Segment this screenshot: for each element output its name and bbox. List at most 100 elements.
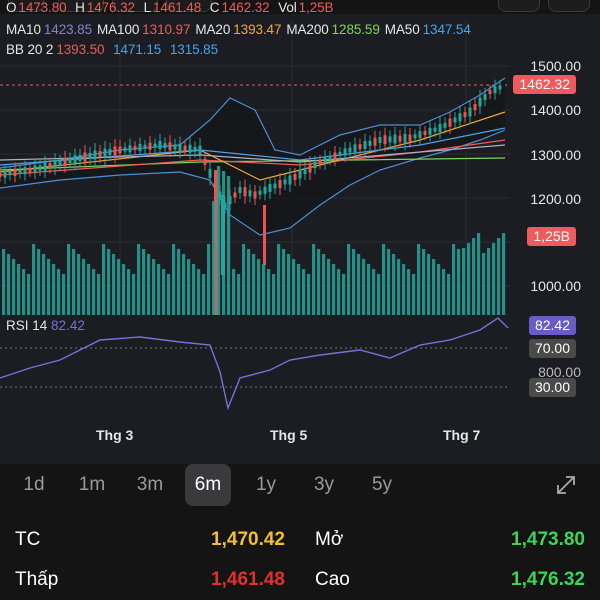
stat-label-tc: TC <box>15 529 41 550</box>
low-label: L <box>143 0 152 15</box>
range-6m[interactable]: 6m <box>185 464 231 506</box>
volume-bar <box>147 254 151 315</box>
price-axis-label: 1200.00 <box>530 191 581 207</box>
candle-body <box>288 175 292 185</box>
candle-body <box>148 142 152 150</box>
volume-bar <box>342 274 346 315</box>
last-price-tag: 1462.32 <box>513 75 576 94</box>
candle-body <box>358 144 362 150</box>
candle-body <box>398 135 402 142</box>
volume-bar <box>372 269 376 315</box>
volume-bar <box>57 269 61 315</box>
candle-body <box>298 169 302 179</box>
stat-label-open: Mở <box>315 529 344 550</box>
range-1d[interactable]: 1d <box>11 464 57 506</box>
x-axis-label: Thg 3 <box>96 427 134 443</box>
bb-mid-value: 1393.50 <box>56 42 105 57</box>
volume-bar <box>137 244 141 315</box>
volume-bar <box>152 259 156 315</box>
volume-bar <box>22 269 26 315</box>
volume-bar <box>442 269 446 315</box>
volume-bar <box>122 264 126 315</box>
candle-body <box>458 113 462 122</box>
volume-bar <box>227 176 231 315</box>
volume-bar <box>37 249 41 315</box>
candle-body <box>258 190 262 195</box>
volume-bar <box>287 254 291 315</box>
volume-bar <box>312 244 316 315</box>
volume-bar <box>322 254 326 315</box>
candle-body <box>123 147 127 152</box>
volume-bar <box>127 269 131 315</box>
candle-body <box>8 171 12 176</box>
candle-body <box>183 145 187 151</box>
range-5y[interactable]: 5y <box>359 464 405 506</box>
candle-body <box>168 142 172 151</box>
high-label: H <box>75 0 85 15</box>
candle-body <box>68 158 72 163</box>
candle-body <box>363 141 367 149</box>
volume-bar <box>82 259 86 315</box>
candle-body <box>478 97 482 107</box>
volume-bar <box>487 248 491 315</box>
volume-bar <box>437 264 441 315</box>
candle-body <box>368 140 372 146</box>
candle-body <box>278 180 282 188</box>
stat-value-tc: 1,470.42 <box>211 529 285 550</box>
candle-body <box>233 192 237 198</box>
candle-body <box>253 191 257 199</box>
candle-body <box>13 168 17 176</box>
ma-legend: MA10 1423.85 MA100 1310.97 MA20 1393.47 MA200 1… <box>6 22 476 37</box>
stat-value-open: 1,473.80 <box>511 529 585 550</box>
volume-bar <box>502 233 506 315</box>
range-3y[interactable]: 3y <box>301 464 347 506</box>
candle-body <box>283 179 287 185</box>
ma-value: 1347.54 <box>422 22 471 37</box>
rsi-value: 82.42 <box>51 318 85 333</box>
volume-bar <box>482 253 486 315</box>
volume-bar <box>67 244 71 315</box>
volume-bar <box>407 269 411 315</box>
candle-body <box>433 127 437 132</box>
candle-body <box>63 157 67 166</box>
candle-body <box>58 160 62 166</box>
stat-label-low: Thấp <box>15 569 59 590</box>
volume-bar <box>77 254 81 315</box>
volume-bar <box>167 274 171 315</box>
price-chart[interactable] <box>0 0 600 420</box>
range-1y[interactable]: 1y <box>243 464 289 506</box>
rsi-legend: RSI 14 82.42 <box>6 318 85 333</box>
volume-bar <box>177 249 181 315</box>
candle-body <box>448 118 452 127</box>
candle-body <box>403 133 407 143</box>
volume-bar <box>477 233 481 315</box>
volume-bar <box>297 264 301 315</box>
volume-bar <box>42 254 46 315</box>
volume-bar <box>92 269 96 315</box>
volume-bar <box>232 269 236 315</box>
candle-body <box>463 112 467 118</box>
range-selector: 1d 1m 3m 6m 1y 3y 5y <box>0 464 600 506</box>
volume-bar <box>497 238 501 315</box>
candle-body <box>83 152 87 162</box>
ma-value: 1310.97 <box>142 22 191 37</box>
candle-body <box>18 169 22 174</box>
candle-body <box>53 160 57 169</box>
candle-body <box>488 90 492 94</box>
candle-body <box>273 183 277 189</box>
range-3m[interactable]: 3m <box>127 464 173 506</box>
candle-body <box>268 184 272 192</box>
ma-label: MA20 <box>195 22 231 37</box>
volume-bar <box>117 259 121 315</box>
volume-bar <box>317 249 321 315</box>
candle-body <box>188 144 192 153</box>
range-1m[interactable]: 1m <box>69 464 115 506</box>
candle-body <box>193 146 197 152</box>
volume-bar <box>492 243 496 315</box>
volume-bar <box>112 254 116 315</box>
candle-body <box>378 137 382 143</box>
volume-bar <box>397 259 401 315</box>
candle-body <box>38 165 42 171</box>
expand-icon[interactable] <box>554 473 578 497</box>
candle-body <box>143 144 147 149</box>
